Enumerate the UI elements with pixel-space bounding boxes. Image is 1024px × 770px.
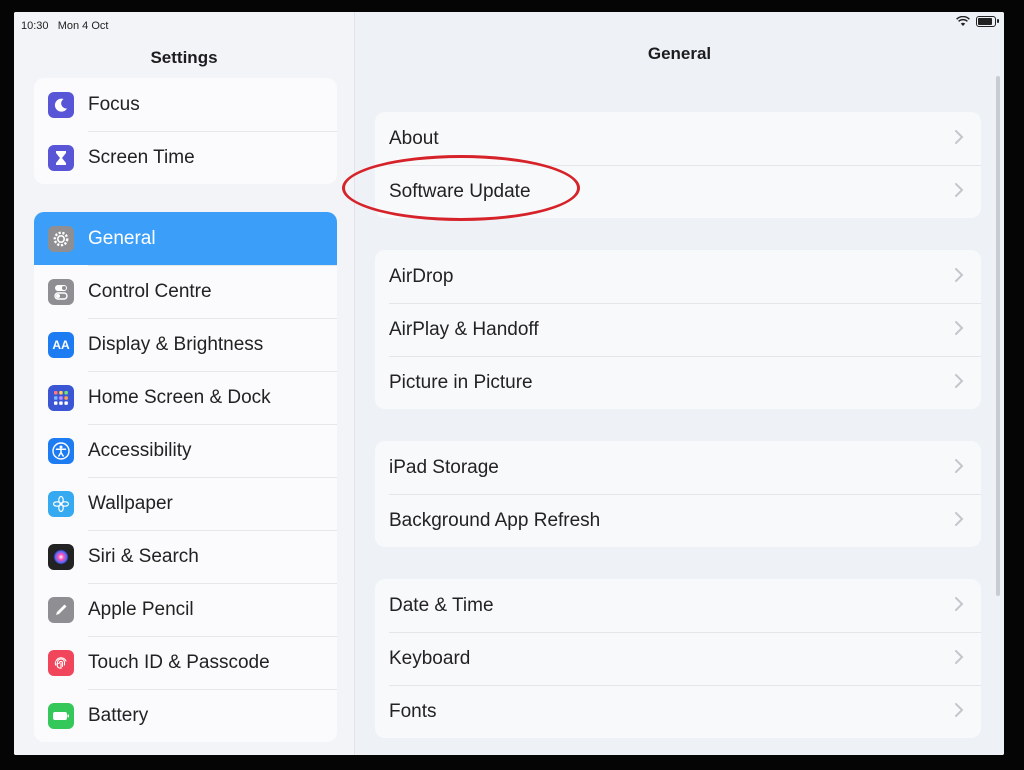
pencil-icon bbox=[48, 596, 74, 623]
fingerprint-icon bbox=[48, 649, 74, 676]
sidebar-item-control-centre[interactable]: Control Centre bbox=[34, 265, 337, 318]
chevron-right-icon bbox=[955, 459, 964, 473]
chevron-right-icon bbox=[955, 268, 964, 282]
sidebar-title: Settings bbox=[150, 48, 218, 67]
general-group-about: About Software Update bbox=[375, 112, 981, 218]
general-item-software-update[interactable]: Software Update bbox=[375, 165, 981, 218]
hourglass-icon bbox=[48, 144, 74, 171]
chevron-right-icon bbox=[955, 703, 964, 717]
battery-icon bbox=[48, 702, 74, 729]
moon-icon bbox=[48, 91, 74, 118]
general-item-fonts[interactable]: Fonts bbox=[375, 685, 981, 738]
chevron-right-icon bbox=[955, 597, 964, 611]
flower-icon bbox=[48, 490, 74, 517]
status-time: 10:30 Mon 4 Oct bbox=[21, 20, 109, 32]
settings-sidebar: Settings Focus Screen Time General Contr… bbox=[14, 12, 355, 755]
siri-icon bbox=[48, 543, 74, 570]
sidebar-item-touch-id-passcode[interactable]: Touch ID & Passcode bbox=[34, 636, 337, 689]
sidebar-item-accessibility[interactable]: Accessibility bbox=[34, 424, 337, 477]
general-item-date-time[interactable]: Date & Time bbox=[375, 579, 981, 632]
page-title: General bbox=[647, 44, 712, 63]
text-size-icon: AA bbox=[48, 331, 74, 358]
general-group-storage: iPad Storage Background App Refresh bbox=[375, 441, 981, 547]
chevron-right-icon bbox=[955, 374, 964, 388]
sidebar-item-siri-search[interactable]: Siri & Search bbox=[34, 530, 337, 583]
chevron-right-icon bbox=[955, 512, 964, 526]
sidebar-item-home-screen-dock[interactable]: Home Screen & Dock bbox=[34, 371, 337, 424]
wifi-icon bbox=[956, 16, 970, 26]
accessibility-icon bbox=[48, 437, 74, 464]
battery-status-icon bbox=[976, 16, 999, 27]
chevron-right-icon bbox=[955, 650, 964, 664]
sidebar-group-focus: Focus Screen Time bbox=[34, 78, 337, 184]
sidebar-item-focus[interactable]: Focus bbox=[34, 78, 337, 131]
ipad-screen: 10:30 Mon 4 Oct Settings Focus Screen Ti… bbox=[14, 12, 1004, 755]
sidebar-item-display-brightness[interactable]: AA Display & Brightness bbox=[34, 318, 337, 371]
toggles-icon bbox=[48, 278, 74, 305]
sidebar-group-general: General Control Centre AA Display & Brig… bbox=[34, 212, 337, 742]
general-group-airdrop: AirDrop AirPlay & Handoff Picture in Pic… bbox=[375, 250, 981, 409]
sidebar-item-screen-time[interactable]: Screen Time bbox=[34, 131, 337, 184]
sidebar-item-general[interactable]: General bbox=[34, 212, 337, 265]
sidebar-item-apple-pencil[interactable]: Apple Pencil bbox=[34, 583, 337, 636]
chevron-right-icon bbox=[955, 130, 964, 144]
sidebar-item-wallpaper[interactable]: Wallpaper bbox=[34, 477, 337, 530]
status-bar: 10:30 Mon 4 Oct bbox=[14, 12, 1004, 38]
gear-icon bbox=[48, 225, 74, 252]
chevron-right-icon bbox=[955, 321, 964, 335]
scrollbar[interactable] bbox=[996, 76, 1000, 596]
general-settings-panel: General About Software Update AirDrop Ai… bbox=[355, 12, 1004, 755]
general-item-ipad-storage[interactable]: iPad Storage bbox=[375, 441, 981, 494]
general-item-picture-in-picture[interactable]: Picture in Picture bbox=[375, 356, 981, 409]
app-grid-icon bbox=[48, 384, 74, 411]
general-item-background-app-refresh[interactable]: Background App Refresh bbox=[375, 494, 981, 547]
chevron-right-icon bbox=[955, 183, 964, 197]
general-group-date-time: Date & Time Keyboard Fonts bbox=[375, 579, 981, 738]
general-item-about[interactable]: About bbox=[375, 112, 981, 165]
general-item-airplay-handoff[interactable]: AirPlay & Handoff bbox=[375, 303, 981, 356]
sidebar-item-battery[interactable]: Battery bbox=[34, 689, 337, 742]
general-item-airdrop[interactable]: AirDrop bbox=[375, 250, 981, 303]
general-item-keyboard[interactable]: Keyboard bbox=[375, 632, 981, 685]
